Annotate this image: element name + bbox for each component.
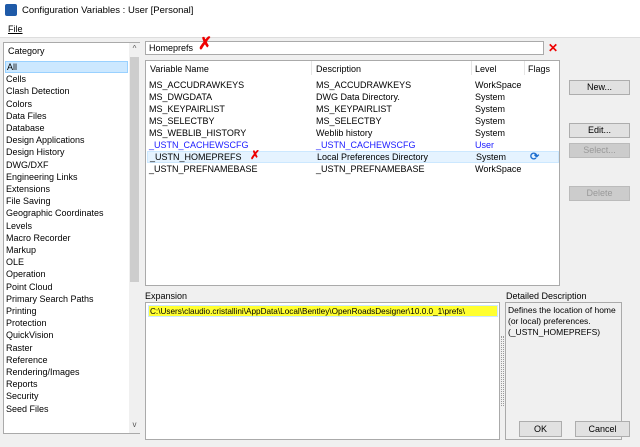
variable-level: WorkSpace — [475, 164, 522, 174]
category-item[interactable]: QuickVision — [5, 329, 128, 341]
table-row[interactable]: _USTN_CACHEWSCFG _USTN_CACHEWSCFG User — [147, 139, 559, 151]
variable-name: MS_DWGDATA — [149, 92, 213, 102]
variable-description: MS_KEYPAIRLIST — [316, 104, 392, 114]
category-item[interactable]: Protection — [5, 317, 128, 329]
category-item[interactable]: Security — [5, 390, 128, 402]
scroll-down-icon[interactable]: v — [130, 420, 139, 429]
category-item[interactable]: Operation — [5, 268, 128, 280]
variables-table[interactable]: Variable Name Description Level Flags MS… — [145, 60, 560, 286]
detailed-description-text: Defines the location of home (or local) … — [505, 302, 622, 440]
variable-description: _USTN_CACHEWSCFG — [316, 140, 416, 150]
table-row[interactable]: MS_WEBLIB_HISTORY Weblib history System — [147, 127, 559, 139]
col-flags[interactable]: Flags — [528, 64, 550, 74]
table-row[interactable]: MS_ACCUDRAWKEYS MS_ACCUDRAWKEYS WorkSpace — [147, 79, 559, 91]
category-item[interactable]: Data Files — [5, 110, 128, 122]
category-header: Category — [8, 46, 45, 56]
category-item[interactable]: Rendering/Images — [5, 366, 128, 378]
category-item[interactable]: Design Applications — [5, 134, 128, 146]
variable-name: MS_ACCUDRAWKEYS — [149, 80, 245, 90]
variable-level: System — [475, 92, 506, 102]
category-item[interactable]: Cells — [5, 73, 128, 85]
variable-level: User — [475, 140, 495, 150]
category-item[interactable]: Geographic Coordinates — [5, 207, 128, 219]
category-list[interactable]: Category All Cells Clash Detection Colors Da… — [3, 42, 140, 434]
category-item[interactable]: Macro Recorder — [5, 232, 128, 244]
table-row[interactable]: MS_DWGDATA DWG Data Directory. System — [147, 91, 559, 103]
category-item[interactable]: Printing — [5, 305, 128, 317]
clear-filter-icon[interactable]: ✕ — [548, 41, 558, 55]
variable-description: Local Preferences Directory — [317, 152, 429, 162]
scroll-up-icon[interactable]: ^ — [130, 44, 139, 53]
variable-name: _USTN_CACHEWSCFG — [149, 140, 249, 150]
splitter-handle[interactable] — [501, 336, 504, 406]
category-item[interactable]: Primary Search Paths — [5, 293, 128, 305]
variable-level: System — [475, 128, 506, 138]
variable-description: MS_ACCUDRAWKEYS — [316, 80, 412, 90]
filter-value: Homeprefs — [149, 43, 194, 53]
menu-file[interactable]: File — [8, 24, 23, 34]
variable-name: MS_WEBLIB_HISTORY — [149, 128, 247, 138]
category-item[interactable]: Engineering Links — [5, 171, 128, 183]
category-item[interactable]: Markup — [5, 244, 128, 256]
table-row[interactable]: MS_KEYPAIRLIST MS_KEYPAIRLIST System — [147, 103, 559, 115]
delete-button[interactable]: Delete — [569, 186, 630, 201]
variable-description: Weblib history — [316, 128, 373, 138]
col-level[interactable]: Level — [475, 64, 497, 74]
scroll-thumb[interactable] — [130, 57, 139, 282]
title-bar: Configuration Variables : User [Personal… — [0, 0, 640, 20]
category-item[interactable]: Reference — [5, 354, 128, 366]
annotation-x-icon: ✗ — [198, 34, 213, 53]
category-item[interactable]: Reports — [5, 378, 128, 390]
col-description[interactable]: Description — [316, 64, 361, 74]
category-item[interactable]: Seed Files — [5, 403, 128, 415]
variable-description: DWG Data Directory. — [316, 92, 400, 102]
menu-bar — [0, 20, 640, 38]
category-item[interactable]: DWG/DXF — [5, 159, 128, 171]
col-variable-name[interactable]: Variable Name — [150, 64, 209, 74]
category-item[interactable]: Database — [5, 122, 128, 134]
cancel-button[interactable]: Cancel — [575, 421, 630, 437]
variable-description: _USTN_PREFNAMEBASE — [316, 164, 425, 174]
expansion-value[interactable]: C:\Users\claudio.cristallini\AppData\Loc… — [148, 305, 498, 317]
ok-button[interactable]: OK — [519, 421, 562, 437]
category-item[interactable]: OLE — [5, 256, 128, 268]
expansion-label: Expansion — [145, 291, 188, 301]
variable-name: MS_SELECTBY — [149, 116, 215, 126]
category-item[interactable]: All — [5, 61, 128, 73]
variable-level: System — [475, 116, 506, 126]
variable-level: System — [476, 152, 507, 162]
variable-level: System — [475, 104, 506, 114]
variable-name: MS_KEYPAIRLIST — [149, 104, 225, 114]
refresh-icon: ⟳ — [530, 151, 540, 163]
category-item[interactable]: Colors — [5, 98, 128, 110]
category-item[interactable]: Levels — [5, 220, 128, 232]
variable-name: _USTN_HOMEPREFS — [150, 152, 242, 162]
table-row[interactable]: _USTN_PREFNAMEBASE _USTN_PREFNAMEBASE Work… — [147, 163, 559, 175]
category-item[interactable]: Design History — [5, 146, 128, 158]
new-button[interactable]: New... — [569, 80, 630, 95]
app-icon — [5, 4, 17, 16]
window-title: Configuration Variables : User [Personal… — [22, 5, 194, 16]
expansion-box[interactable]: C:\Users\claudio.cristallini\AppData\Loc… — [145, 302, 500, 440]
variable-name: _USTN_PREFNAMEBASE — [149, 164, 258, 174]
category-item[interactable]: Raster — [5, 342, 128, 354]
edit-button[interactable]: Edit... — [569, 123, 630, 138]
category-item[interactable]: Clash Detection — [5, 85, 128, 97]
variable-description: MS_SELECTBY — [316, 116, 382, 126]
detailed-description-label: Detailed Description — [506, 291, 587, 301]
select-button[interactable]: Select... — [569, 143, 630, 158]
annotation-x-icon: ✗ — [250, 148, 261, 162]
category-item[interactable]: Point Cloud — [5, 281, 128, 293]
table-row[interactable]: _USTN_HOMEPREFS Local Preferences Directo… — [147, 151, 559, 163]
variable-level: WorkSpace — [475, 80, 522, 90]
category-item[interactable]: File Saving — [5, 195, 128, 207]
category-item[interactable]: Extensions — [5, 183, 128, 195]
table-row[interactable]: MS_SELECTBY MS_SELECTBY System — [147, 115, 559, 127]
category-scrollbar[interactable]: ^ v — [129, 43, 140, 433]
